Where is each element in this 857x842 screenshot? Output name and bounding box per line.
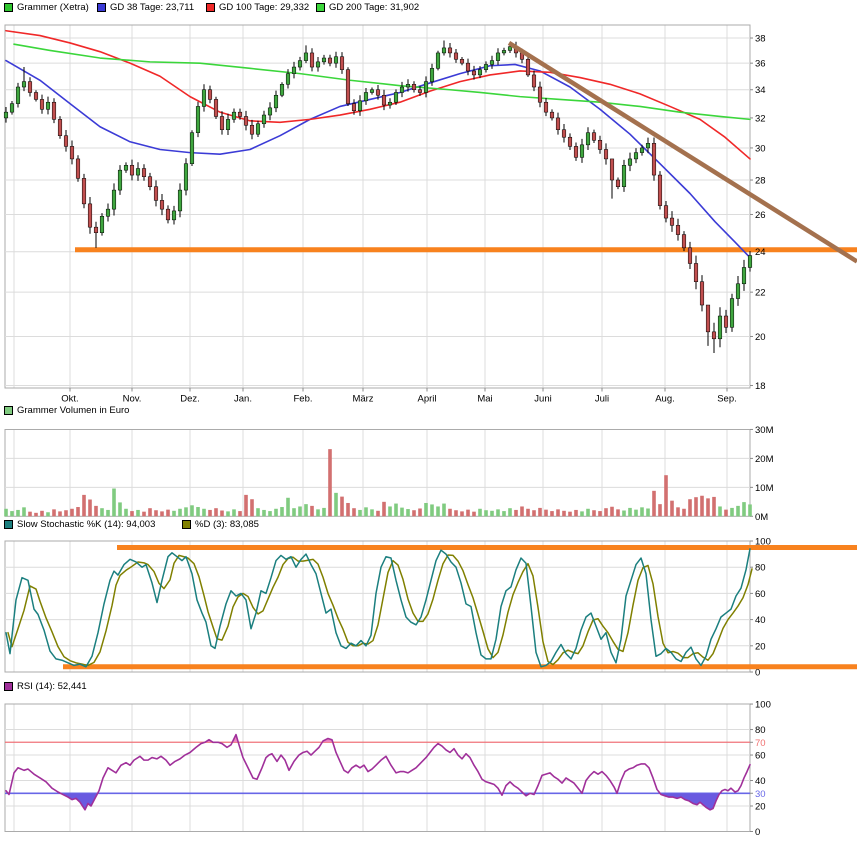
svg-text:80: 80 xyxy=(755,725,766,736)
svg-text:Jan.: Jan. xyxy=(234,394,252,405)
svg-text:40: 40 xyxy=(755,615,766,626)
svg-text:24: 24 xyxy=(755,247,766,258)
svg-text:30: 30 xyxy=(755,143,766,154)
svg-text:70: 70 xyxy=(755,738,766,749)
chart-page: Grammer (Xetra) GD 38 Tage: 23,711 GD 10… xyxy=(0,0,857,842)
svg-text:0M: 0M xyxy=(755,512,768,523)
svg-text:Juli: Juli xyxy=(595,394,609,405)
chart-canvas: 38 36 34 32 30 28 26 24 22 20 18 Okt. Nov. Dez. Jan. Fe… xyxy=(3,24,857,838)
svg-text:28: 28 xyxy=(755,176,766,187)
svg-text:36: 36 xyxy=(755,59,766,70)
svg-text:Juni: Juni xyxy=(534,394,551,405)
svg-text:20: 20 xyxy=(755,641,766,652)
svg-text:30: 30 xyxy=(755,789,766,800)
svg-text:100: 100 xyxy=(755,700,771,711)
svg-text:März: März xyxy=(352,394,373,405)
svg-text:22: 22 xyxy=(755,288,766,299)
svg-text:26: 26 xyxy=(755,210,766,221)
svg-text:Mai: Mai xyxy=(477,394,492,405)
svg-text:40: 40 xyxy=(755,776,766,787)
svg-text:30M: 30M xyxy=(755,425,774,436)
svg-text:Nov.: Nov. xyxy=(123,394,142,405)
svg-text:20M: 20M xyxy=(755,454,774,465)
svg-text:80: 80 xyxy=(755,563,766,574)
svg-text:0: 0 xyxy=(755,827,760,838)
svg-text:0: 0 xyxy=(755,668,760,679)
svg-text:100: 100 xyxy=(755,537,771,548)
svg-text:Okt.: Okt. xyxy=(61,394,78,405)
svg-text:Sep.: Sep. xyxy=(717,394,737,405)
svg-text:10M: 10M xyxy=(755,483,774,494)
svg-text:34: 34 xyxy=(755,85,766,96)
svg-text:Aug.: Aug. xyxy=(655,394,675,405)
svg-text:32: 32 xyxy=(755,113,766,124)
svg-text:April: April xyxy=(417,394,436,405)
svg-text:20: 20 xyxy=(755,802,766,813)
svg-text:Dez.: Dez. xyxy=(180,394,200,405)
svg-text:18: 18 xyxy=(755,381,766,392)
svg-text:20: 20 xyxy=(755,332,766,343)
svg-text:60: 60 xyxy=(755,589,766,600)
svg-text:Feb.: Feb. xyxy=(293,394,312,405)
svg-text:38: 38 xyxy=(755,34,766,45)
svg-text:60: 60 xyxy=(755,751,766,762)
